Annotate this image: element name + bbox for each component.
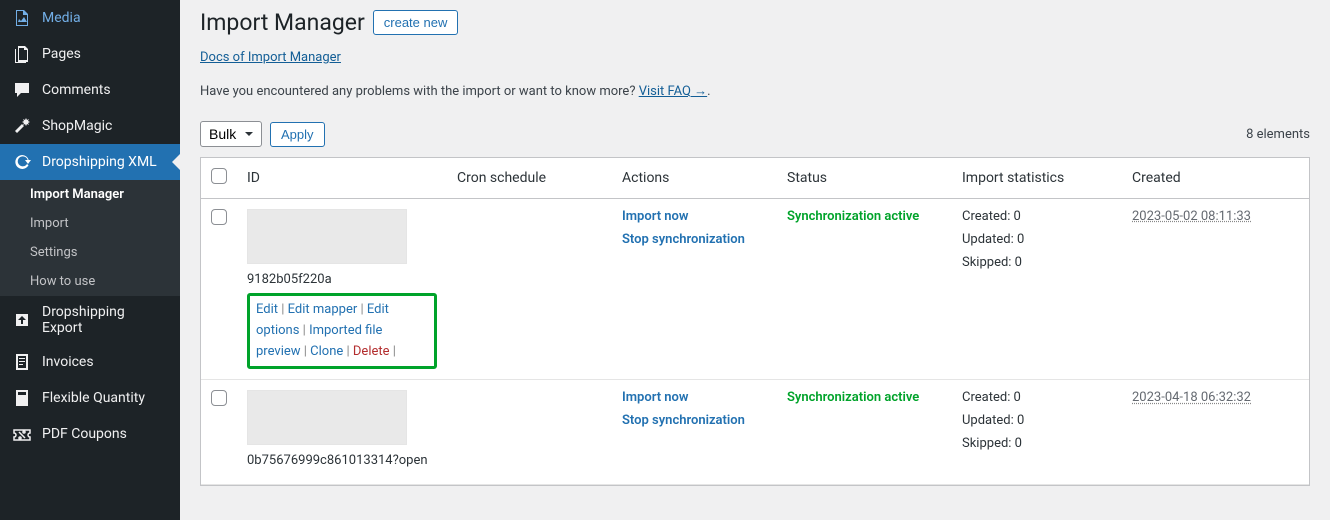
clone-link[interactable]: Clone — [310, 344, 343, 359]
docs-link[interactable]: Docs of Import Manager — [200, 50, 341, 65]
toolbar-left: Bulk Apply — [200, 121, 325, 147]
table-row: 9182b05f220a Edit | Edit mapper | Edit o… — [201, 199, 1309, 380]
col-stats[interactable]: Import statistics — [952, 158, 1122, 199]
sidebar-item-label: Dropshipping XML — [42, 154, 157, 170]
main-content: Import Manager create new Docs of Import… — [180, 0, 1330, 520]
import-now-link[interactable]: Import now — [622, 390, 767, 405]
info-text: Have you encountered any problems with t… — [200, 84, 639, 99]
page-title-row: Import Manager create new — [200, 0, 1310, 36]
col-actions[interactable]: Actions — [612, 158, 777, 199]
bulk-select[interactable]: Bulk — [200, 121, 262, 147]
created-date: 2023-04-18 06:32:32 — [1132, 390, 1251, 405]
info-suffix: . — [707, 84, 710, 99]
status-badge: Synchronization active — [787, 209, 919, 224]
edit-link[interactable]: Edit — [256, 302, 278, 317]
sidebar-item-comments[interactable]: Comments — [0, 72, 180, 108]
sidebar-item-label: Media — [42, 10, 81, 26]
submenu-how-to-use[interactable]: How to use — [0, 267, 180, 296]
row-checkbox[interactable] — [211, 390, 227, 406]
table-row: 0b75676999c861013314?open Import now Sto… — [201, 380, 1309, 485]
stat-skipped: Skipped: 0 — [962, 436, 1112, 451]
active-indicator-icon — [172, 154, 180, 170]
created-date: 2023-05-02 08:11:33 — [1132, 209, 1251, 224]
import-thumbnail — [247, 209, 407, 264]
row-checkbox[interactable] — [211, 209, 227, 225]
import-id: 9182b05f220a — [247, 272, 437, 287]
col-created[interactable]: Created — [1122, 158, 1309, 199]
toolbar: Bulk Apply 8 elements — [200, 121, 1310, 147]
stat-skipped: Skipped: 0 — [962, 255, 1112, 270]
sidebar-item-flexible-quantity[interactable]: Flexible Quantity — [0, 380, 180, 416]
col-status[interactable]: Status — [777, 158, 952, 199]
stat-updated: Updated: 0 — [962, 413, 1112, 428]
sidebar-submenu: Import Manager Import Settings How to us… — [0, 180, 180, 296]
col-id[interactable]: ID — [237, 158, 447, 199]
sidebar-item-label: Dropshipping Export — [42, 304, 168, 336]
delete-link[interactable]: Delete — [353, 344, 390, 359]
invoice-icon — [12, 352, 32, 372]
export-icon — [12, 310, 32, 330]
status-badge: Synchronization active — [787, 390, 919, 405]
sidebar-item-label: Comments — [42, 82, 111, 98]
create-new-button[interactable]: create new — [373, 10, 459, 35]
cron-cell — [447, 199, 612, 380]
sidebar-item-label: Flexible Quantity — [42, 390, 145, 406]
submenu-import-manager[interactable]: Import Manager — [0, 180, 180, 209]
cron-cell — [447, 380, 612, 485]
stop-sync-link[interactable]: Stop synchronization — [622, 413, 767, 428]
sidebar-item-label: Pages — [42, 46, 81, 62]
import-now-link[interactable]: Import now — [622, 209, 767, 224]
edit-mapper-link[interactable]: Edit mapper — [288, 302, 358, 317]
import-table: ID Cron schedule Actions Status Import s… — [200, 157, 1310, 486]
stat-created: Created: 0 — [962, 390, 1112, 405]
sidebar-item-pages[interactable]: Pages — [0, 36, 180, 72]
media-icon — [12, 8, 32, 28]
sidebar-item-dropshipping-xml[interactable]: Dropshipping XML — [0, 144, 180, 180]
sidebar-item-label: PDF Coupons — [42, 426, 127, 442]
wand-icon — [12, 116, 32, 136]
page-title: Import Manager — [200, 9, 365, 36]
calculator-icon — [12, 388, 32, 408]
import-id: 0b75676999c861013314?open — [247, 453, 437, 468]
sidebar-item-label: Invoices — [42, 354, 94, 370]
stat-updated: Updated: 0 — [962, 232, 1112, 247]
select-all-checkbox[interactable] — [211, 168, 227, 184]
sidebar-item-shopmagic[interactable]: ShopMagic — [0, 108, 180, 144]
faq-link[interactable]: Visit FAQ → — [639, 84, 707, 99]
import-thumbnail — [247, 390, 407, 445]
stat-created: Created: 0 — [962, 209, 1112, 224]
submenu-import[interactable]: Import — [0, 209, 180, 238]
info-line: Have you encountered any problems with t… — [200, 83, 1310, 99]
admin-sidebar: Media Pages Comments ShopMagic Dropshipp… — [0, 0, 180, 520]
sidebar-item-label: ShopMagic — [42, 118, 112, 134]
coupon-icon — [12, 424, 32, 444]
refresh-icon — [12, 152, 32, 172]
col-cron[interactable]: Cron schedule — [447, 158, 612, 199]
pages-icon — [12, 44, 32, 64]
row-actions: Edit | Edit mapper | Edit options | Impo… — [247, 293, 437, 369]
sidebar-item-dropshipping-export[interactable]: Dropshipping Export — [0, 296, 180, 344]
sidebar-item-pdf-coupons[interactable]: PDF Coupons — [0, 416, 180, 452]
sidebar-item-media[interactable]: Media — [0, 0, 180, 36]
submenu-settings[interactable]: Settings — [0, 238, 180, 267]
elements-count: 8 elements — [1246, 127, 1310, 142]
col-check — [201, 158, 237, 199]
apply-button[interactable]: Apply — [270, 122, 325, 147]
stop-sync-link[interactable]: Stop synchronization — [622, 232, 767, 247]
comments-icon — [12, 80, 32, 100]
sidebar-item-invoices[interactable]: Invoices — [0, 344, 180, 380]
